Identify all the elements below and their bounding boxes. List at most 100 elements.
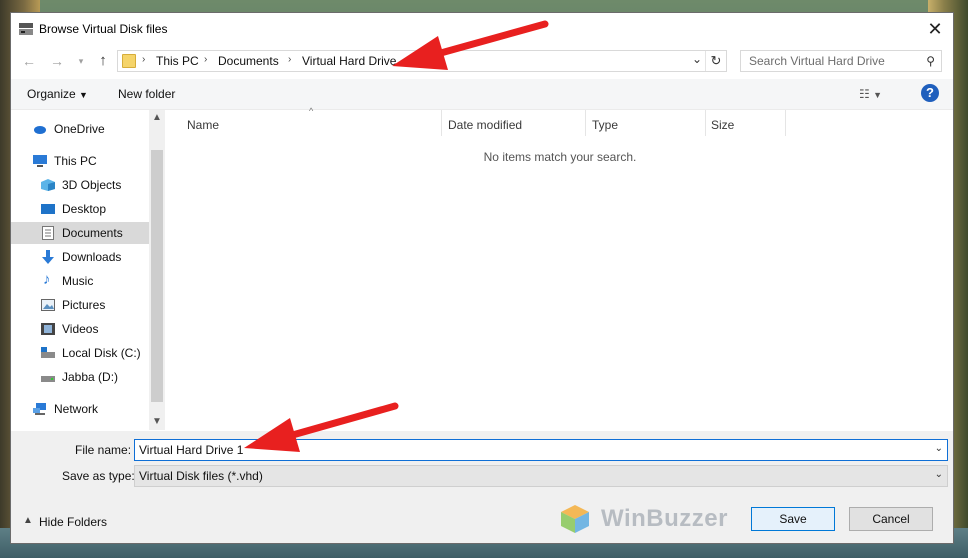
list-view-icon: ☷ [859,87,870,101]
sidebar-item-local-disk-c[interactable]: Local Disk (C:) [11,342,149,364]
sidebar-item-desktop[interactable]: Desktop [11,198,149,220]
cloud-icon [34,126,46,134]
drive-icon [41,376,55,382]
browse-dialog: Browse Virtual Disk files ✕ ← → ▾ ↑ › Th… [10,12,954,544]
desktop-icon [41,204,55,214]
search-placeholder: Search Virtual Hard Drive [749,54,885,68]
column-divider[interactable] [585,110,586,136]
caret-down-icon: ▼ [873,90,883,100]
sidebar-item-3d-objects[interactable]: 3D Objects [11,174,149,196]
file-name-value: Virtual Hard Drive 1 [139,443,244,457]
forward-button[interactable]: → [47,52,67,70]
sidebar-item-label: Pictures [62,298,106,312]
sidebar-item-label: Downloads [62,250,122,264]
annotation-arrow-address [392,20,549,70]
column-divider[interactable] [705,110,706,136]
recent-locations-button[interactable]: ▾ [71,52,91,70]
toolbar: Organize ▼ New folder ☷ ▼ ? [11,79,953,110]
sidebar-item-onedrive[interactable]: OneDrive [11,118,149,140]
breadcrumb-virtual-hard-drive[interactable]: Virtual Hard Drive [302,54,396,68]
sidebar-item-downloads[interactable]: Downloads [11,246,149,268]
breadcrumb-documents[interactable]: Documents [218,54,279,68]
hide-folders-label: Hide Folders [39,515,108,529]
chevron-down-icon[interactable]: ⌄ [935,443,943,454]
annotation-arrow-filename [244,402,399,452]
winbuzzer-logo-icon [561,505,589,533]
winbuzzer-watermark: WinBuzzer [559,501,739,537]
sidebar-item-label: Documents [62,226,123,240]
save-button[interactable]: Save [751,507,835,531]
scrollbar-thumb[interactable] [151,150,163,402]
sidebar-item-label: OneDrive [54,122,105,136]
caret-up-icon: ▲ [23,515,33,526]
sidebar-item-label: Network [54,402,99,416]
sidebar-item-label: Desktop [62,202,107,216]
save-options-panel: File name: Virtual Hard Drive 1 ⌄ Save a… [11,431,953,543]
file-name-label: File name: [75,443,132,457]
sidebar-item-label: Jabba (D:) [62,370,119,384]
sidebar-item-label: 3D Objects [62,178,122,192]
picture-icon [41,299,55,311]
back-button[interactable]: ← [19,52,39,70]
sidebar-item-this-pc[interactable]: This PC [11,150,149,172]
column-header-date-modified[interactable]: Date modified [448,118,522,132]
document-icon [42,226,54,240]
column-header-type[interactable]: Type [592,118,618,132]
window-title: Browse Virtual Disk files [39,22,168,36]
chevron-down-icon[interactable]: ⌄ [935,469,943,480]
drive-icon [41,347,55,358]
chevron-down-icon[interactable]: ▼ [149,414,165,430]
sidebar-item-music[interactable]: ♪ Music [11,270,149,292]
download-arrow-icon [42,250,54,264]
breadcrumb-this-pc[interactable]: This PC [156,54,199,68]
search-icon: ⚲ [926,54,935,68]
chevron-right-icon: › [204,54,208,65]
save-type-select[interactable]: Virtual Disk files (*.vhd) ⌄ [134,465,948,487]
sidebar-item-network[interactable]: Network [11,398,149,420]
sidebar-scrollbar[interactable]: ▲ ▼ [149,110,165,430]
file-list: ^ Name Date modified Type Size No items … [167,106,953,430]
organize-button[interactable]: Organize ▼ [27,87,88,101]
navigation-pane: OneDrive This PC 3D Objects Desktop Docu… [11,110,165,430]
save-type-value: Virtual Disk files (*.vhd) [139,469,263,483]
sidebar-item-label: Local Disk (C:) [62,346,141,360]
disk-app-icon [19,23,33,35]
column-divider[interactable] [441,110,442,136]
new-folder-button[interactable]: New folder [118,87,175,101]
empty-message: No items match your search. [483,150,637,164]
caret-down-icon: ▼ [79,90,88,100]
view-options-button[interactable]: ☷ ▼ [859,87,882,101]
help-icon[interactable]: ? [921,84,939,102]
sidebar-item-pictures[interactable]: Pictures [11,294,149,316]
search-input[interactable]: Search Virtual Hard Drive ⚲ [740,50,942,72]
organize-label: Organize [27,87,76,101]
up-button[interactable]: ↑ [93,52,113,70]
close-icon: ✕ [927,19,943,39]
column-header-size[interactable]: Size [711,118,734,132]
sort-caret-icon: ^ [309,106,314,116]
cube-icon [41,179,55,191]
hide-folders-toggle[interactable]: ▲ Hide Folders [23,515,107,529]
sidebar-item-videos[interactable]: Videos [11,318,149,340]
refresh-button[interactable]: ↻ [705,51,726,71]
column-divider[interactable] [785,110,786,136]
sidebar-item-documents[interactable]: Documents [11,222,149,244]
folder-icon [122,54,136,68]
film-icon [41,323,55,335]
arrow-right-icon: → [50,53,64,69]
sidebar-item-label: This PC [54,154,97,168]
sidebar-item-label: Videos [62,322,99,336]
chevron-down-icon: ▾ [78,56,84,66]
close-button[interactable]: ✕ [923,17,947,41]
arrow-left-icon: ← [22,53,36,69]
chevron-up-icon[interactable]: ▲ [149,110,165,126]
sidebar-item-jabba-d[interactable]: Jabba (D:) [11,366,149,388]
network-icon [33,403,46,415]
address-dropdown-icon[interactable]: ⌄ [692,52,702,66]
column-header-name[interactable]: Name [187,118,219,132]
chevron-right-icon: › [142,54,146,65]
sidebar-item-label: Music [62,274,94,288]
music-note-icon: ♪ [43,271,51,288]
cancel-button[interactable]: Cancel [849,507,933,531]
arrow-up-icon: ↑ [99,52,107,69]
